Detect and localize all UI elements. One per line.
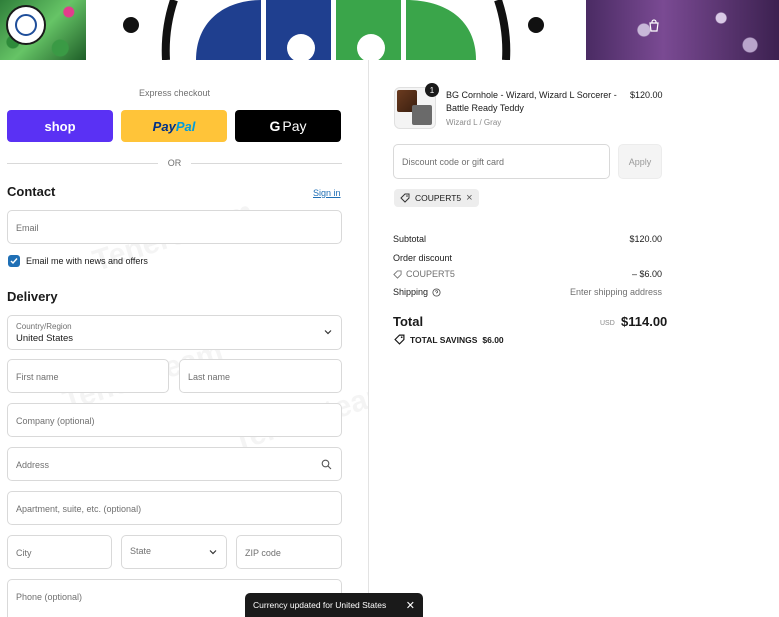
header-banner	[0, 0, 779, 60]
quantity-badge: 1	[425, 83, 439, 97]
newsletter-label: Email me with news and offers	[26, 256, 148, 266]
order-discount-label: Order discount	[393, 253, 453, 263]
state-placeholder: State	[130, 546, 152, 556]
discount-code-row: COUPERT5 – $6.00	[393, 269, 662, 281]
applied-discount-chip: COUPERT5 ×	[394, 189, 479, 207]
applied-code-label: COUPERT5	[415, 193, 462, 203]
banner-left-art	[0, 0, 86, 60]
total-savings: TOTAL SAVINGS $6.00	[394, 334, 504, 345]
tag-icon	[394, 334, 405, 345]
apply-button[interactable]: Apply	[618, 144, 662, 179]
store-logo[interactable]	[6, 5, 46, 45]
last-name-field[interactable]: Last name	[179, 359, 342, 393]
toast-message: Currency updated for United States	[253, 600, 387, 610]
cart-icon[interactable]	[647, 19, 661, 33]
shipping-label: Shipping	[393, 287, 429, 297]
item-name: BG Cornhole - Wizard, Wizard L Sorcerer …	[446, 90, 617, 113]
google-pay-button[interactable]: G Pay	[235, 110, 341, 142]
last-name-placeholder: Last name	[188, 372, 231, 382]
sign-in-link[interactable]: Sign in	[313, 188, 341, 198]
google-pay-label: Pay	[282, 118, 307, 134]
order-discount-row: Order discount	[393, 253, 662, 263]
search-icon	[321, 459, 332, 470]
checkmark-icon	[10, 258, 18, 265]
delivery-heading: Delivery	[7, 289, 58, 304]
city-field[interactable]: City	[7, 535, 112, 569]
country-label: Country/Region	[16, 322, 72, 331]
zip-placeholder: ZIP code	[245, 548, 281, 558]
total-label: Total	[393, 314, 424, 329]
or-divider: OR	[7, 157, 342, 169]
column-divider	[368, 60, 369, 617]
first-name-placeholder: First name	[16, 372, 59, 382]
remove-discount-icon[interactable]: ×	[466, 192, 472, 204]
first-name-field[interactable]: First name	[7, 359, 169, 393]
currency-toast: Currency updated for United States ✕	[245, 593, 423, 617]
zip-field[interactable]: ZIP code	[236, 535, 342, 569]
discount-code-label: COUPERT5	[406, 269, 455, 279]
phone-placeholder: Phone (optional)	[16, 592, 83, 602]
banner-right-art	[586, 0, 779, 60]
shipping-value: Enter shipping address	[569, 287, 662, 297]
discount-placeholder: Discount code or gift card	[402, 157, 505, 167]
subtotal-row: Subtotal $120.00	[393, 234, 662, 244]
store-logo-mark	[15, 14, 37, 36]
contact-heading: Contact	[7, 184, 56, 199]
paypal-label-pay: Pay	[152, 118, 176, 134]
tag-icon	[393, 269, 402, 279]
apartment-field[interactable]: Apartment, suite, etc. (optional)	[7, 491, 342, 525]
express-checkout-label: Express checkout	[138, 88, 211, 98]
banner-logo-graphic	[123, 0, 544, 60]
city-placeholder: City	[16, 548, 32, 558]
address-placeholder: Address	[16, 460, 50, 470]
newsletter-checkbox[interactable]	[8, 255, 20, 267]
discount-value: – $6.00	[631, 269, 662, 279]
banner-center-art	[86, 0, 586, 60]
tag-icon	[400, 193, 410, 203]
subtotal-label: Subtotal	[393, 234, 427, 244]
total-value: $114.00	[621, 314, 668, 329]
or-label: OR	[167, 158, 182, 168]
country-value: United States	[16, 333, 74, 344]
savings-label: TOTAL SAVINGS	[410, 334, 478, 345]
total-currency: USD	[600, 320, 615, 327]
shop-pay-label: shop	[44, 118, 76, 134]
paypal-label-pal: Pal	[175, 118, 196, 134]
chevron-down-icon	[324, 330, 332, 335]
chevron-down-icon	[209, 550, 217, 555]
email-placeholder: Email	[16, 223, 39, 233]
state-select[interactable]: State	[121, 535, 227, 569]
google-g-icon: G	[269, 118, 281, 134]
address-field[interactable]: Address	[7, 447, 342, 481]
item-price: $120.00	[630, 90, 663, 100]
subtotal-value: $120.00	[629, 234, 662, 244]
savings-value: $6.00	[482, 334, 504, 345]
item-variant: Wizard L / Gray	[446, 118, 502, 127]
close-icon[interactable]: ✕	[406, 599, 415, 612]
paypal-button[interactable]: Pay Pal	[121, 110, 227, 142]
discount-code-field[interactable]: Discount code or gift card	[393, 144, 610, 179]
help-icon[interactable]	[432, 287, 441, 297]
company-placeholder: Company (optional)	[16, 416, 95, 426]
apartment-placeholder: Apartment, suite, etc. (optional)	[16, 504, 142, 514]
company-field[interactable]: Company (optional)	[7, 403, 342, 437]
country-select[interactable]: Country/Region United States	[7, 315, 342, 350]
shipping-row: Shipping Enter shipping address	[393, 287, 662, 297]
email-field[interactable]: Email	[7, 210, 342, 244]
shop-pay-button[interactable]: shop	[7, 110, 113, 142]
